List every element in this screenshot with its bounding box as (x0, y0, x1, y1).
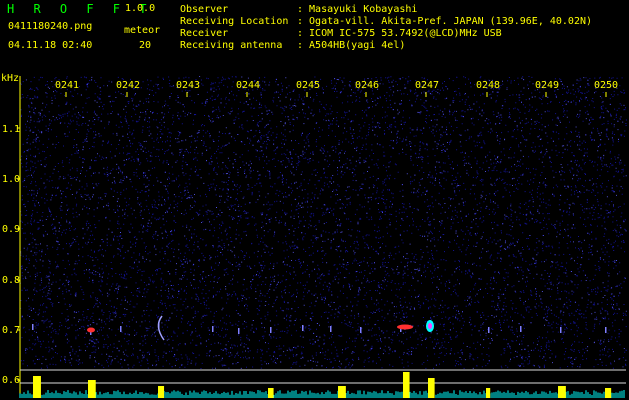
spectrum-peak (33, 376, 41, 398)
meteor-label: meteor (124, 25, 161, 36)
y-tick-label: 0.6 (2, 375, 21, 386)
meteor-streak (32, 324, 34, 330)
spectrum-peak (403, 372, 410, 398)
observer-label: Observer (180, 4, 229, 15)
meteor-streak (560, 327, 562, 333)
location-value: : Ogata-vill. Akita-Pref. JAPAN (139.96E… (297, 16, 593, 27)
meteor-streak (520, 326, 522, 332)
spectrum-peak (158, 386, 165, 398)
spectrum-peak (428, 378, 435, 398)
spectrum-peak (558, 386, 566, 398)
x-tick-label: 0242 (116, 80, 141, 91)
app-version: 1.0.0 (125, 3, 156, 14)
meteor-streak (360, 327, 362, 333)
meteor-streak (605, 327, 607, 333)
x-tick-label: 0246 (355, 80, 380, 91)
meteor-streak (270, 327, 272, 333)
spectrogram-plot (17, 76, 627, 398)
y-axis-unit: kHz (1, 73, 20, 84)
meteor-streak (330, 326, 332, 332)
spectrum-trace (19, 390, 625, 398)
x-tick-label: 0245 (296, 80, 321, 91)
receiver-value: : ICOM IC-575 53.7492(@LCD)MHz USB (297, 28, 502, 39)
observer-value: : Masayuki Kobayashi (297, 4, 418, 15)
meteor-echo (87, 327, 95, 333)
meteor-echo (397, 324, 413, 330)
x-tick-label: 0250 (594, 80, 619, 91)
x-tick-label: 0249 (535, 80, 560, 91)
y-tick-label: 0.8 (2, 275, 21, 286)
x-tick-label: 0241 (55, 80, 80, 91)
meteor-streak (212, 326, 214, 332)
y-tick-label: 1.1 (2, 124, 21, 135)
x-tick-label: 0248 (476, 80, 501, 91)
date-time: 04.11.18 02:40 (8, 40, 93, 51)
meteor-echo (157, 315, 165, 341)
meteor-echo (428, 323, 432, 329)
antenna-value: : A504HB(yagi 4el) (297, 40, 406, 51)
hrofft-window: H R O F F T 1.0.0 0411180240.png meteor … (0, 0, 629, 400)
spectrum-peak (338, 386, 346, 398)
x-tick-label: 0247 (415, 80, 440, 91)
noise-field (20, 76, 627, 369)
meteor-count: 20 (139, 40, 152, 51)
spectrum-peak (268, 388, 274, 398)
spectrum-peak (88, 380, 96, 398)
location-label: Receiving Location (180, 16, 289, 27)
file-name: 0411180240.png (8, 21, 93, 32)
x-tick-label: 0244 (236, 80, 261, 91)
meteor-streak (238, 328, 240, 334)
antenna-label: Receiving antenna (180, 40, 283, 51)
spectrum-peak (486, 388, 491, 398)
meteor-streak (120, 326, 122, 332)
y-tick-label: 0.9 (2, 224, 21, 235)
y-tick-label: 0.7 (2, 325, 21, 336)
meteor-streak (488, 327, 490, 333)
spectrum-peak (605, 388, 612, 398)
receiver-label: Receiver (180, 28, 229, 39)
x-tick-label: 0243 (176, 80, 201, 91)
meteor-streak (302, 325, 304, 331)
y-tick-label: 1.0 (2, 174, 21, 185)
